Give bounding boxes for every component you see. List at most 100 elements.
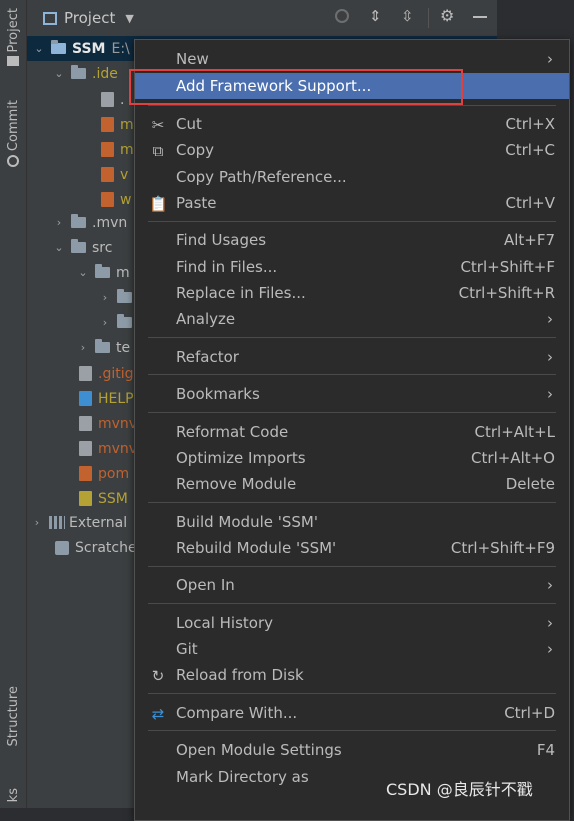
- menu-item-label: Rebuild Module 'SSM': [176, 539, 337, 557]
- tree-item-test[interactable]: › te: [77, 335, 130, 360]
- menu-item-label: Reformat Code: [176, 423, 289, 441]
- tree-item[interactable]: .: [95, 87, 124, 112]
- structure-tool-tab[interactable]: Structure: [0, 686, 26, 746]
- bookmarks-tool-tab[interactable]: ks: [0, 788, 26, 802]
- menu-item-copy[interactable]: ⧉ Copy Ctrl+C: [135, 137, 569, 163]
- tree-item-label: m: [120, 116, 134, 133]
- chevron-right-icon: ›: [547, 348, 553, 366]
- tree-item[interactable]: v: [95, 162, 128, 187]
- menu-item-remove-module[interactable]: Remove Module Delete: [135, 471, 569, 497]
- minimize-icon[interactable]: [473, 16, 487, 18]
- tree-item[interactable]: w: [95, 187, 131, 212]
- menu-item-label: Build Module 'SSM': [176, 513, 318, 531]
- menu-item-find-in-files[interactable]: Find in Files... Ctrl+Shift+F: [135, 254, 569, 280]
- folder-icon: [117, 314, 132, 328]
- tree-item[interactable]: ›: [99, 310, 138, 335]
- tree-item-src[interactable]: ⌄ src: [53, 235, 112, 260]
- shortcut-label: Ctrl+X: [505, 115, 555, 133]
- chevron-right-icon[interactable]: ›: [31, 516, 43, 529]
- tree-item-main[interactable]: ⌄ m: [77, 260, 130, 285]
- menu-item-bookmarks[interactable]: Bookmarks ›: [135, 381, 569, 407]
- tree-item[interactable]: m: [95, 137, 134, 162]
- menu-item-replace-in-files[interactable]: Replace in Files... Ctrl+Shift+R: [135, 280, 569, 306]
- expand-all-icon[interactable]: ⇕: [369, 7, 382, 25]
- chevron-right-icon[interactable]: ›: [99, 291, 111, 304]
- copy-icon: ⧉: [152, 142, 164, 160]
- tree-item-mvnw[interactable]: mvnv: [73, 411, 137, 436]
- menu-separator: [148, 221, 556, 222]
- locate-icon[interactable]: [335, 9, 349, 23]
- tree-item[interactable]: ›: [99, 285, 138, 310]
- tree-item-mvn[interactable]: › .mvn: [53, 210, 127, 235]
- menu-separator: [148, 105, 556, 106]
- menu-item-git[interactable]: Git ›: [135, 636, 569, 662]
- chevron-right-icon[interactable]: ›: [53, 216, 65, 229]
- chevron-down-icon[interactable]: ▼: [125, 12, 133, 25]
- menu-item-label: Optimize Imports: [176, 449, 306, 467]
- shortcut-label: Ctrl+Shift+F9: [450, 539, 555, 557]
- tree-item-gitignore[interactable]: .gitig: [73, 361, 134, 386]
- tree-item-scratches[interactable]: Scratche: [49, 535, 137, 560]
- shortcut-label: Ctrl+C: [505, 141, 555, 159]
- menu-separator: [148, 412, 556, 413]
- tree-item[interactable]: m: [95, 112, 134, 137]
- menu-item-open-module-settings[interactable]: Open Module Settings F4: [135, 737, 569, 763]
- menu-item-label: Refactor: [176, 348, 239, 366]
- shortcut-label: Alt+F7: [503, 231, 555, 249]
- menu-item-rebuild-module[interactable]: Rebuild Module 'SSM' Ctrl+Shift+F9: [135, 535, 569, 561]
- chevron-down-icon[interactable]: ⌄: [53, 241, 65, 254]
- menu-item-label: Reload from Disk: [176, 666, 304, 684]
- tree-item-iml[interactable]: SSM: [73, 486, 128, 511]
- chevron-down-icon[interactable]: ⌄: [77, 266, 89, 279]
- chevron-right-icon[interactable]: ›: [99, 316, 111, 329]
- menu-item-paste[interactable]: 📋 Paste Ctrl+V: [135, 190, 569, 216]
- tree-item-help[interactable]: HELP: [73, 386, 134, 411]
- menu-item-find-usages[interactable]: Find Usages Alt+F7: [135, 227, 569, 253]
- tree-item-mvnw-cmd[interactable]: mvnv: [73, 436, 137, 461]
- menu-item-copy-path[interactable]: Copy Path/Reference...: [135, 164, 569, 190]
- menu-item-compare-with[interactable]: ⇄ Compare With... Ctrl+D: [135, 700, 569, 726]
- menu-item-local-history[interactable]: Local History ›: [135, 610, 569, 636]
- collapse-all-icon[interactable]: ⇳: [401, 7, 414, 25]
- chevron-right-icon: ›: [547, 385, 553, 403]
- structure-tab-label: Structure: [5, 686, 21, 747]
- tree-item-label: HELP: [98, 390, 134, 407]
- chevron-right-icon[interactable]: ›: [77, 341, 89, 354]
- menu-item-refactor[interactable]: Refactor ›: [135, 344, 569, 370]
- tree-item-external-libraries[interactable]: › External: [31, 510, 127, 535]
- menu-item-cut[interactable]: ✂ Cut Ctrl+X: [135, 111, 569, 137]
- menu-item-reload-from-disk[interactable]: ↻ Reload from Disk: [135, 662, 569, 688]
- tree-item-label: External: [69, 514, 128, 531]
- folder-icon: [71, 65, 86, 79]
- xml-file-icon: [101, 142, 114, 157]
- menu-item-optimize-imports[interactable]: Optimize Imports Ctrl+Alt+O: [135, 445, 569, 471]
- project-view-icon: [43, 11, 57, 25]
- bookmarks-tab-label: ks: [5, 788, 21, 803]
- project-panel-header: Project ▼ ⇕ ⇳ ⚙: [27, 0, 497, 36]
- commit-tool-tab[interactable]: Commit: [0, 100, 26, 168]
- root-name: SSM: [72, 40, 106, 57]
- menu-item-build-module[interactable]: Build Module 'SSM': [135, 509, 569, 535]
- project-panel-title[interactable]: Project: [64, 9, 115, 27]
- chevron-right-icon: ›: [547, 310, 553, 328]
- tree-item-label: Scratche: [75, 539, 137, 556]
- chevron-down-icon[interactable]: ⌄: [33, 42, 45, 55]
- gear-icon[interactable]: ⚙: [440, 6, 454, 25]
- tree-item-label: m: [116, 264, 130, 281]
- iml-file-icon: [79, 491, 92, 506]
- menu-item-open-in[interactable]: Open In ›: [135, 572, 569, 598]
- chevron-down-icon[interactable]: ⌄: [53, 67, 65, 80]
- menu-item-reformat-code[interactable]: Reformat Code Ctrl+Alt+L: [135, 419, 569, 445]
- gitignore-file-icon: [79, 366, 92, 381]
- menu-item-label: Local History: [176, 614, 274, 632]
- clipboard-icon: 📋: [149, 195, 168, 213]
- menu-item-label: Analyze: [176, 310, 236, 328]
- tree-item-idea[interactable]: ⌄ .ide: [53, 61, 118, 86]
- tree-item-pom[interactable]: pom: [73, 461, 129, 486]
- menu-item-label: Paste: [176, 194, 217, 212]
- menu-item-analyze[interactable]: Analyze ›: [135, 306, 569, 332]
- menu-separator: [148, 374, 556, 375]
- tree-item-label: .ide: [92, 65, 118, 82]
- shortcut-label: Delete: [505, 475, 555, 493]
- project-tool-tab[interactable]: Project: [0, 8, 26, 67]
